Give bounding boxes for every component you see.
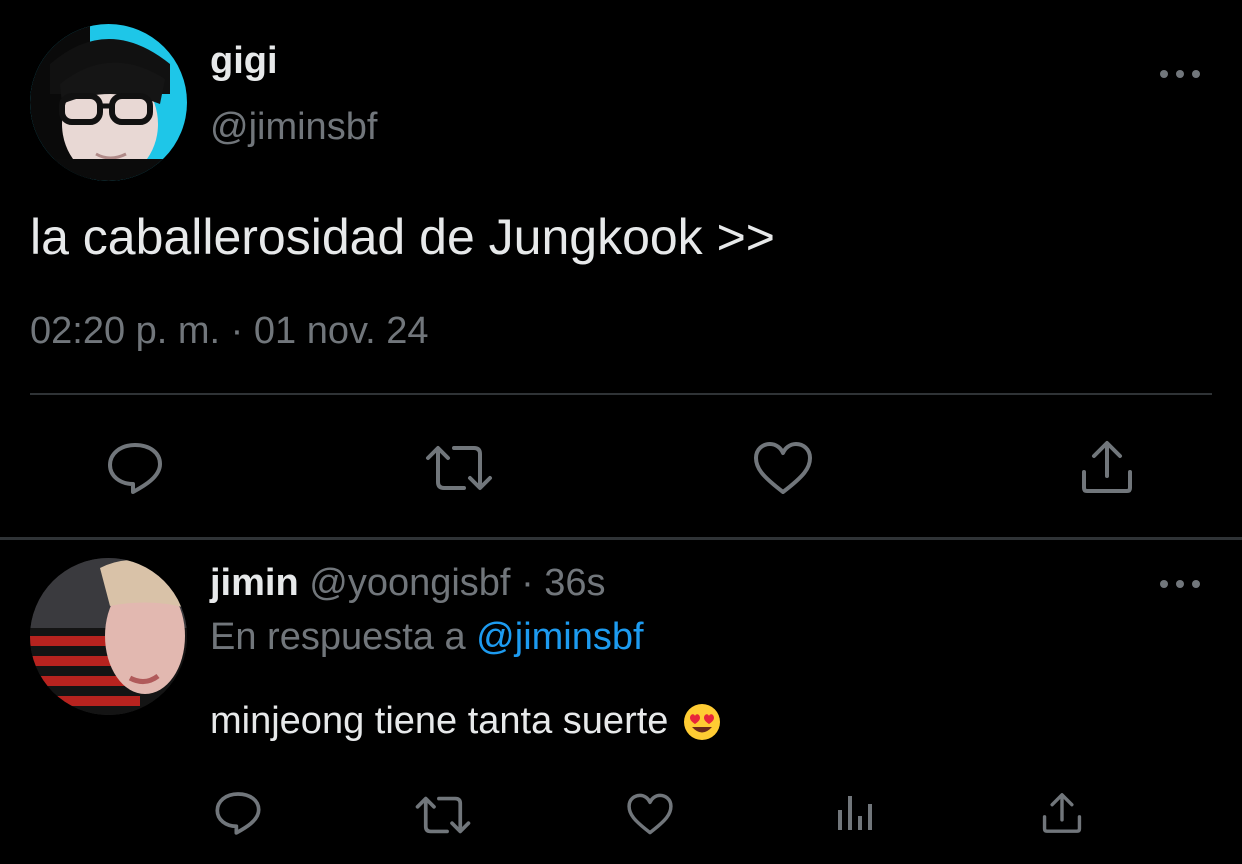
- reply-header: jimin @yoongisbf · 36s: [210, 562, 606, 605]
- reply-icon[interactable]: [214, 790, 262, 836]
- heart-eyes-emoji-icon: [682, 702, 722, 742]
- more-dot: [1160, 580, 1168, 588]
- reply-author-display-name[interactable]: jimin: [210, 562, 299, 604]
- author-avatar[interactable]: [30, 24, 187, 181]
- tweet-text: la caballerosidad de Jungkook >>: [30, 209, 775, 265]
- share-icon[interactable]: [1040, 790, 1084, 836]
- more-dot: [1192, 70, 1200, 78]
- meta-separator: ·: [521, 562, 534, 604]
- reply-icon[interactable]: [103, 438, 167, 498]
- more-dot: [1176, 580, 1184, 588]
- retweet-icon[interactable]: [424, 440, 494, 496]
- like-icon[interactable]: [626, 792, 674, 836]
- reply-text-content: minjeong tiene tanta suerte: [210, 700, 669, 742]
- tweet-timestamp[interactable]: 02:20 p. m. · 01 nov. 24: [30, 310, 429, 353]
- retweet-icon[interactable]: [414, 792, 472, 838]
- divider: [30, 393, 1212, 395]
- reply-to-line: En respuesta a @jiminsbf: [210, 616, 644, 659]
- more-dot: [1192, 580, 1200, 588]
- reply-age[interactable]: 36s: [544, 562, 605, 604]
- analytics-icon[interactable]: [834, 790, 878, 834]
- reply-to-mention[interactable]: @jiminsbf: [476, 616, 643, 658]
- reply-author-handle[interactable]: @yoongisbf: [309, 562, 510, 604]
- more-dot: [1160, 70, 1168, 78]
- reply-text: minjeong tiene tanta suerte: [210, 700, 722, 743]
- author-display-name[interactable]: gigi: [210, 40, 278, 83]
- author-handle[interactable]: @jiminsbf: [210, 106, 377, 149]
- more-dot: [1176, 70, 1184, 78]
- share-icon[interactable]: [1078, 438, 1136, 496]
- like-icon[interactable]: [752, 440, 814, 496]
- reply-to-prefix: En respuesta a: [210, 616, 466, 658]
- more-horizontal-icon[interactable]: [1160, 574, 1200, 594]
- section-divider: [0, 537, 1242, 540]
- more-horizontal-icon[interactable]: [1160, 64, 1200, 84]
- reply-author-avatar[interactable]: [30, 558, 187, 715]
